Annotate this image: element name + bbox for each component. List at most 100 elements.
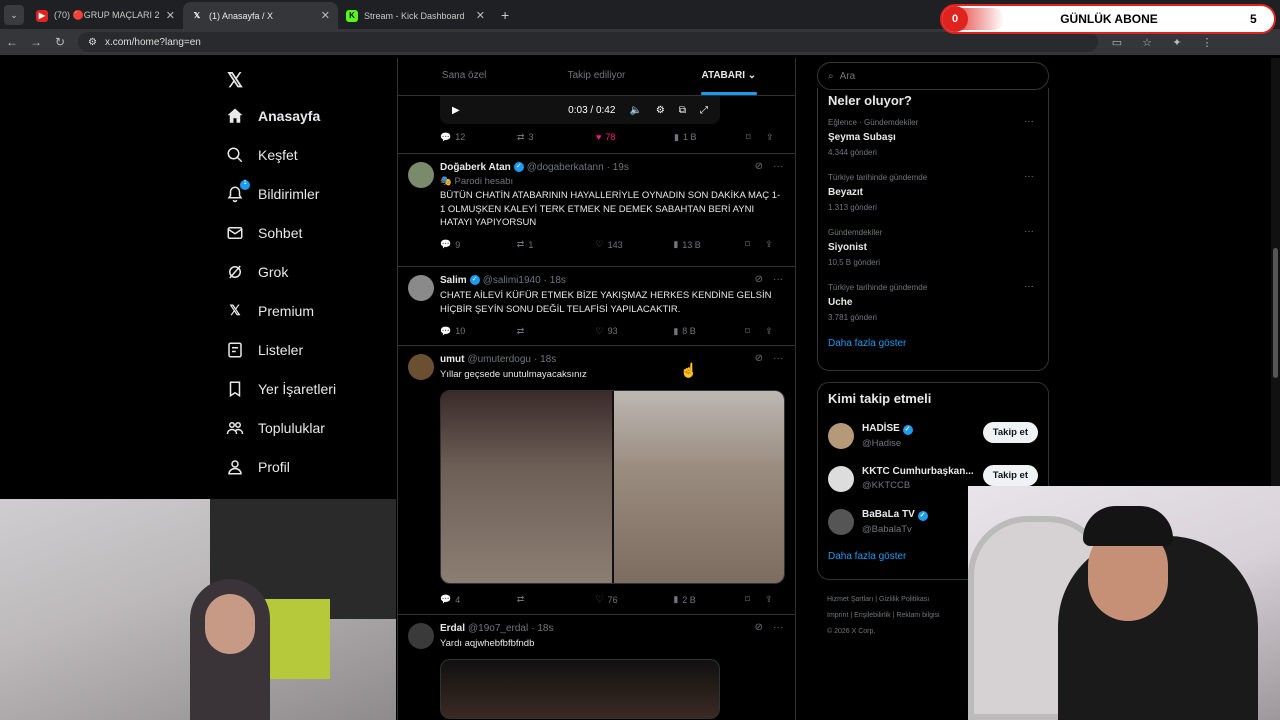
views-button[interactable]: ▮ 2 B (673, 594, 745, 605)
footer-link[interactable]: Gizlilik Politikası (879, 596, 929, 603)
author-handle[interactable]: @dogaberkatann (527, 162, 604, 173)
nav-item-notifications[interactable]: 1 Bildirimler (210, 174, 396, 213)
avatar[interactable] (828, 465, 854, 492)
bookmark-button[interactable]: ⌑ (745, 326, 765, 337)
pip-icon[interactable]: ⧉ (679, 105, 686, 116)
forward-icon[interactable]: → (24, 35, 48, 49)
more-icon[interactable]: ··· (773, 274, 783, 285)
avatar[interactable] (408, 275, 434, 301)
tweet[interactable]: Salim ✓ @salimi1940 · 18s ⊘ ··· CHATE AİL… (398, 267, 795, 346)
footer-link[interactable]: Hizmet Şartları (827, 596, 873, 603)
tweet-time[interactable]: · 18s (534, 354, 556, 365)
search-input[interactable]: ⌕ Ara (817, 62, 1049, 90)
bookmark-button[interactable]: ⌑ (745, 594, 765, 605)
more-icon[interactable]: ··· (1024, 226, 1034, 237)
author-name[interactable]: Doğaberk Atan (440, 162, 511, 173)
author-handle[interactable]: @umuterdogu (467, 354, 531, 365)
grok-icon[interactable]: ⊘ (755, 353, 763, 364)
avatar[interactable] (408, 623, 434, 649)
author-name[interactable]: Erdal (440, 623, 465, 634)
fullscreen-icon[interactable]: ⤢ (700, 105, 708, 116)
tweet[interactable]: Doğaberk Atan ✓ @dogaberkatann · 19s ⊘ ··… (398, 154, 795, 267)
close-icon[interactable]: ✕ (321, 9, 330, 22)
views-button[interactable]: ▮ 13 B (673, 239, 745, 250)
close-icon[interactable]: ✕ (476, 9, 485, 22)
like-button[interactable]: ♡ 143 (596, 239, 674, 250)
reply-button[interactable]: 💬 10 (440, 326, 517, 337)
reload-icon[interactable]: ↻ (48, 35, 72, 49)
show-more-trends-link[interactable]: Daha fazla göster (828, 338, 1038, 349)
play-icon[interactable]: ▶ (452, 105, 460, 116)
nav-item-profile[interactable]: Profil (210, 447, 396, 486)
footer-link[interactable]: Imprint (827, 612, 848, 619)
new-tab-button[interactable]: + (501, 7, 509, 23)
avatar[interactable] (828, 508, 854, 535)
tweet-time[interactable]: · 18s (531, 623, 553, 634)
x-logo-icon[interactable]: 𝕏 (227, 68, 396, 96)
footer-link[interactable]: Reklam bilgisi (896, 612, 939, 619)
grok-icon[interactable]: ⊘ (755, 622, 763, 633)
scrollbar-thumb[interactable] (1273, 248, 1278, 378)
avatar[interactable] (408, 162, 434, 188)
follow-suggestion[interactable]: HADİSE ✓ @Hadise Takip et (828, 414, 1038, 457)
more-icon[interactable]: ··· (1024, 116, 1034, 127)
tweet[interactable]: umut @umuterdogu · 18s ⊘ ··· Yıllar geçse… (398, 346, 795, 615)
nav-item-premium[interactable]: 𝕏 Premium (210, 291, 396, 330)
nav-item-communities[interactable]: Topluluklar (210, 408, 396, 447)
share-button[interactable]: ⇪ (765, 594, 785, 605)
nav-item-chat[interactable]: Sohbet (210, 213, 396, 252)
bookmark-button[interactable]: ⌑ (746, 132, 766, 143)
follow-button[interactable]: Takip et (982, 465, 1038, 486)
back-icon[interactable]: ← (0, 35, 24, 49)
reply-button[interactable]: 💬 9 (440, 239, 517, 250)
tab-list-button[interactable]: ⌄ (4, 5, 24, 25)
tab-for-you[interactable]: Sana özel (398, 58, 530, 95)
tweet-time[interactable]: · 18s (544, 275, 566, 286)
more-icon[interactable]: ··· (773, 353, 783, 364)
share-button[interactable]: ⇪ (766, 132, 786, 143)
avatar[interactable] (828, 422, 854, 449)
video-controls[interactable]: ▶ 0:03 / 0:42 🔈 ⚙ ⧉ ⤢ (440, 96, 720, 124)
tweet-time[interactable]: · 19s (607, 162, 629, 173)
settings-icon[interactable]: ⚙ (656, 105, 665, 116)
cast-icon[interactable]: ▭ (1106, 36, 1128, 49)
tab-following[interactable]: Takip ediliyor (530, 58, 662, 95)
retweet-button[interactable]: ⇄ 3 (517, 132, 596, 143)
author-handle[interactable]: @salimi1940 (483, 275, 541, 286)
retweet-button[interactable]: ⇄ 1 (517, 239, 596, 250)
more-icon[interactable]: ··· (1024, 171, 1034, 182)
more-icon[interactable]: ··· (773, 161, 783, 172)
trend-item[interactable]: Eğlence · Gündemdekiler Şeyma Subaşı 4.3… (828, 116, 1038, 171)
like-button[interactable]: ♡ 93 (596, 326, 674, 337)
bookmark-button[interactable]: ⌑ (745, 239, 765, 250)
like-button[interactable]: ♥ 78 (596, 132, 674, 142)
grok-icon[interactable]: ⊘ (755, 161, 763, 172)
tweet[interactable]: Erdal @19o7_erdal · 18s ⊘ ··· Yardı aqjwh… (398, 615, 795, 720)
tab-atabari[interactable]: ATABARI ⌄ (663, 58, 795, 95)
avatar[interactable] (408, 354, 434, 380)
nav-item-explore[interactable]: Keşfet (210, 135, 396, 174)
tweet-partial[interactable]: ▶ 0:03 / 0:42 🔈 ⚙ ⧉ ⤢ 💬 12 ⇄ 3 ♥ 78 ▮ 1 B ⌑ … (398, 96, 795, 154)
views-button[interactable]: ▮ 8 B (673, 326, 745, 337)
site-info-icon[interactable]: ⚙ (88, 37, 97, 48)
author-handle[interactable]: @19o7_erdal (468, 623, 528, 634)
footer-link[interactable]: Erişilebilirlik (854, 612, 891, 619)
follow-button[interactable]: Takip et (982, 422, 1038, 443)
browser-tab-youtube[interactable]: ▶ (70) 🔴GRUP MAÇLARI 2.GÜN ✕ (28, 2, 183, 29)
menu-icon[interactable]: ⋮ (1196, 36, 1218, 49)
more-icon[interactable]: ··· (1024, 281, 1034, 292)
share-button[interactable]: ⇪ (765, 326, 785, 337)
more-icon[interactable]: ··· (773, 622, 783, 633)
author-name[interactable]: umut (440, 354, 464, 365)
tweet-media-image[interactable] (440, 389, 785, 584)
grok-icon[interactable]: ⊘ (755, 274, 763, 285)
browser-tab-kick[interactable]: K Stream - Kick Dashboard ✕ (338, 2, 493, 29)
url-field[interactable]: ⚙ x.com/home?lang=en (78, 32, 1098, 52)
trend-item[interactable]: Türkiye tarihinde gündemde Uche 3.781 gö… (828, 281, 1038, 336)
trend-item[interactable]: Türkiye tarihinde gündemde Beyazıt 1.313… (828, 171, 1038, 226)
nav-item-grok[interactable]: Grok (210, 252, 396, 291)
volume-icon[interactable]: 🔈 (629, 105, 641, 116)
like-button[interactable]: ♡ 76 (596, 594, 674, 605)
share-button[interactable]: ⇪ (765, 239, 785, 250)
author-name[interactable]: Salim (440, 275, 467, 286)
